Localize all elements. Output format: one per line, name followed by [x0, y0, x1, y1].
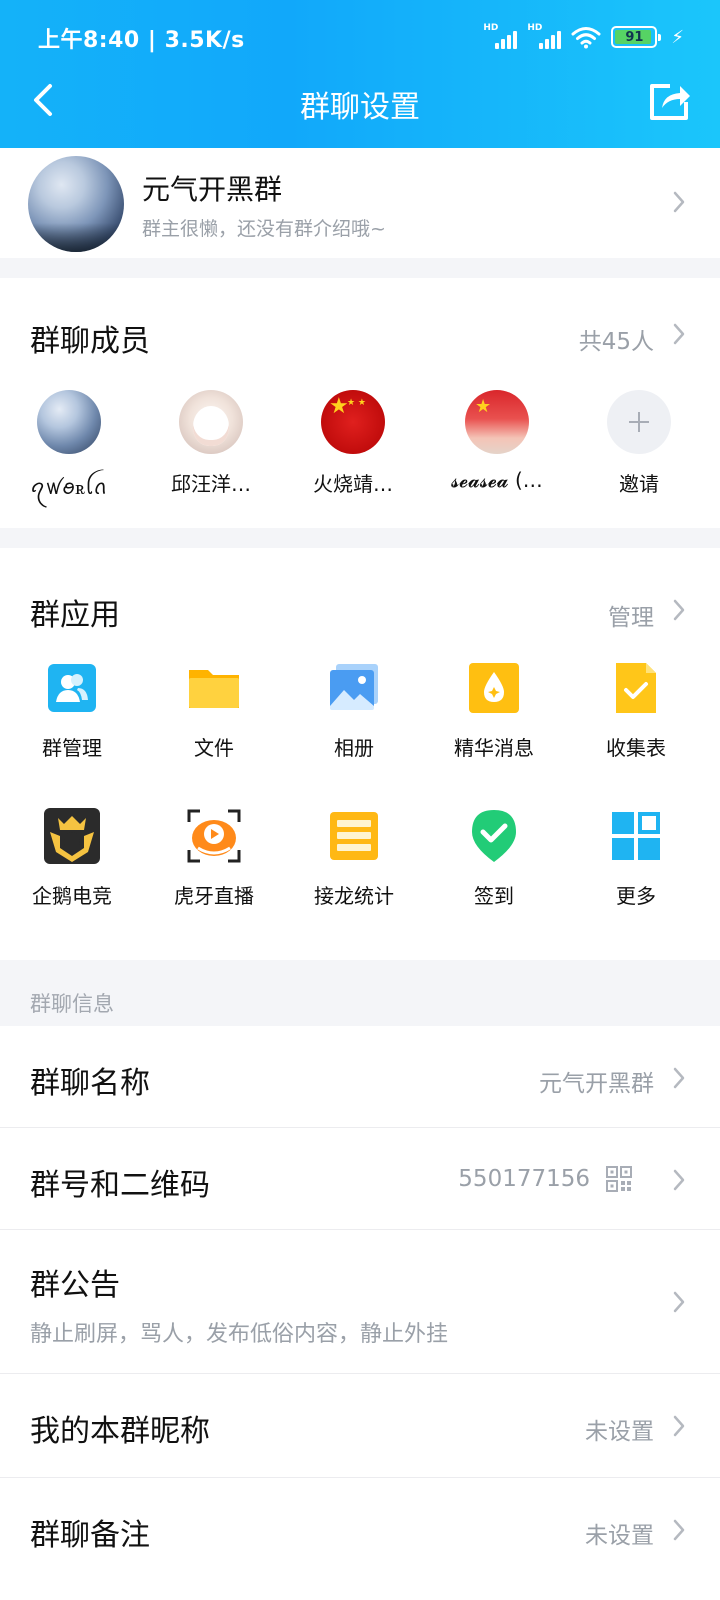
photo-album-icon [330, 664, 378, 710]
members-title: 群聊成员 [30, 324, 150, 359]
member-item[interactable]: 𝓼𝓮𝓪𝓼𝓮𝓪 (… [432, 390, 562, 492]
group-members-card: 群聊成员 共45人 ꪖꪝꪮꭱꪶꪒ 邱汪洋… 火烧靖… 𝓼𝓮𝓪𝓼𝓮𝓪 (… 邀请 [0, 278, 720, 528]
member-name: 𝓼𝓮𝓪𝓼𝓮𝓪 (… [451, 468, 543, 492]
app-form-collect[interactable]: 收集表 [564, 660, 708, 761]
huya-live-icon [187, 809, 241, 863]
chevron-right-icon [673, 1415, 685, 1437]
group-apps-card: 群应用 管理 群管理 文件 相册 精华消息 收集表 企鹅电竞 虎牙直播 接龙统计… [0, 548, 720, 960]
status-bar: 上午8:40 | 3.5K/s HD HD 91 ⚡ [0, 0, 720, 72]
battery-icon: 91 [611, 26, 662, 48]
row-value: 未设置 [585, 1523, 654, 1549]
charging-icon: ⚡ [671, 26, 684, 48]
status-icons: HD HD 91 ⚡ [483, 23, 684, 50]
row-group-remark[interactable]: 群聊备注 未设置 [0, 1478, 720, 1578]
form-collect-icon [616, 663, 656, 713]
app-chain-stats[interactable]: 接龙统计 [282, 808, 426, 909]
battery-level: 91 [625, 29, 644, 45]
folder-icon [189, 670, 239, 708]
more-grid-icon [612, 812, 660, 860]
app-penguin-esports[interactable]: 企鹅电竞 [0, 808, 144, 909]
row-group-name[interactable]: 群聊名称 元气开黑群 [0, 1026, 720, 1128]
row-value: 未设置 [585, 1419, 654, 1445]
row-title: 我的本群昵称 [30, 1414, 210, 1449]
page-title: 群聊设置 [300, 90, 420, 125]
status-time: 上午8:40 | 3.5K/s [38, 28, 245, 53]
group-name: 元气开黑群 [142, 173, 283, 206]
chevron-right-icon [673, 1519, 685, 1541]
invite-button[interactable]: 邀请 [574, 390, 704, 497]
avatar[interactable] [37, 390, 101, 454]
group-number: 550177156 [458, 1166, 590, 1192]
invite-label: 邀请 [619, 472, 659, 496]
member-name: 火烧靖… [313, 472, 393, 496]
chevron-right-icon[interactable] [672, 322, 686, 346]
group-avatar[interactable] [28, 156, 124, 252]
member-item[interactable]: 邱汪洋… [146, 390, 276, 497]
chevron-right-icon [673, 1067, 685, 1089]
app-huya-live[interactable]: 虎牙直播 [142, 808, 286, 909]
row-value: 元气开黑群 [539, 1071, 654, 1097]
member-item[interactable]: 火烧靖… [288, 390, 418, 497]
group-intro: 群主很懒，还没有群介绍哦~ [142, 218, 386, 240]
member-name: 邱汪洋… [171, 472, 251, 496]
app-more[interactable]: 更多 [564, 808, 708, 909]
app-label: 群管理 [42, 736, 102, 760]
notice-preview: 静止刷屏，骂人，发布低俗内容，静止外挂 [30, 1322, 449, 1347]
wifi-icon [571, 27, 601, 49]
apps-title: 群应用 [30, 598, 120, 633]
chevron-right-icon [673, 191, 685, 213]
row-group-number-qr[interactable]: 群号和二维码 550177156 [0, 1128, 720, 1230]
members-count[interactable]: 共45人 [579, 322, 654, 356]
qr-code-icon [606, 1166, 632, 1192]
share-icon[interactable] [646, 80, 692, 122]
row-group-notice[interactable]: 群公告 静止刷屏，骂人，发布低俗内容，静止外挂 [0, 1230, 720, 1374]
row-my-nickname[interactable]: 我的本群昵称 未设置 [0, 1374, 720, 1478]
app-label: 文件 [194, 736, 234, 760]
chevron-right-icon [673, 1291, 685, 1313]
info-section-label: 群聊信息 [30, 992, 114, 1016]
app-label: 收集表 [606, 736, 666, 760]
penguin-esports-icon [44, 808, 100, 864]
avatar[interactable] [179, 390, 243, 454]
group-profile-card[interactable]: 元气开黑群 群主很懒，还没有群介绍哦~ [0, 148, 720, 258]
group-manage-icon [48, 664, 96, 712]
app-group-manage[interactable]: 群管理 [0, 660, 144, 761]
app-label: 更多 [616, 884, 656, 908]
apps-manage-link[interactable]: 管理 [608, 598, 654, 632]
chevron-right-icon[interactable] [672, 598, 686, 622]
chevron-right-icon [673, 1169, 685, 1191]
header: 上午8:40 | 3.5K/s HD HD 91 ⚡ 群聊设置 [0, 0, 720, 148]
app-label: 接龙统计 [314, 884, 394, 908]
app-label: 精华消息 [454, 736, 534, 760]
row-title: 群聊名称 [30, 1066, 150, 1101]
app-checkin[interactable]: 签到 [422, 808, 566, 909]
group-info-card: 群聊名称 元气开黑群 群号和二维码 550177156 群公告 静止刷屏，骂人，… [0, 1026, 720, 1600]
chain-stats-icon [330, 812, 378, 860]
signal-icon: HD [483, 23, 518, 49]
app-album[interactable]: 相册 [282, 660, 426, 761]
app-label: 签到 [474, 884, 514, 908]
essence-icon [469, 663, 519, 713]
app-essence[interactable]: 精华消息 [422, 660, 566, 761]
row-title: 群公告 [30, 1268, 120, 1303]
member-name: ꪖꪝꪮꭱꪶꪒ [30, 475, 108, 499]
app-label: 虎牙直播 [174, 884, 254, 908]
member-list: ꪖꪝꪮꭱꪶꪒ 邱汪洋… 火烧靖… 𝓼𝓮𝓪𝓼𝓮𝓪 (… 邀请 [0, 390, 720, 510]
avatar[interactable] [465, 390, 529, 454]
member-item[interactable]: ꪖꪝꪮꭱꪶꪒ [4, 390, 134, 510]
signal-icon: HD [527, 23, 562, 49]
row-title: 群聊备注 [30, 1518, 150, 1553]
app-label: 企鹅电竞 [32, 884, 112, 908]
app-label: 相册 [334, 736, 374, 760]
checkin-icon [472, 810, 516, 862]
plus-icon[interactable] [607, 390, 671, 454]
app-files[interactable]: 文件 [142, 660, 286, 761]
avatar[interactable] [321, 390, 385, 454]
row-title: 群号和二维码 [30, 1168, 210, 1203]
